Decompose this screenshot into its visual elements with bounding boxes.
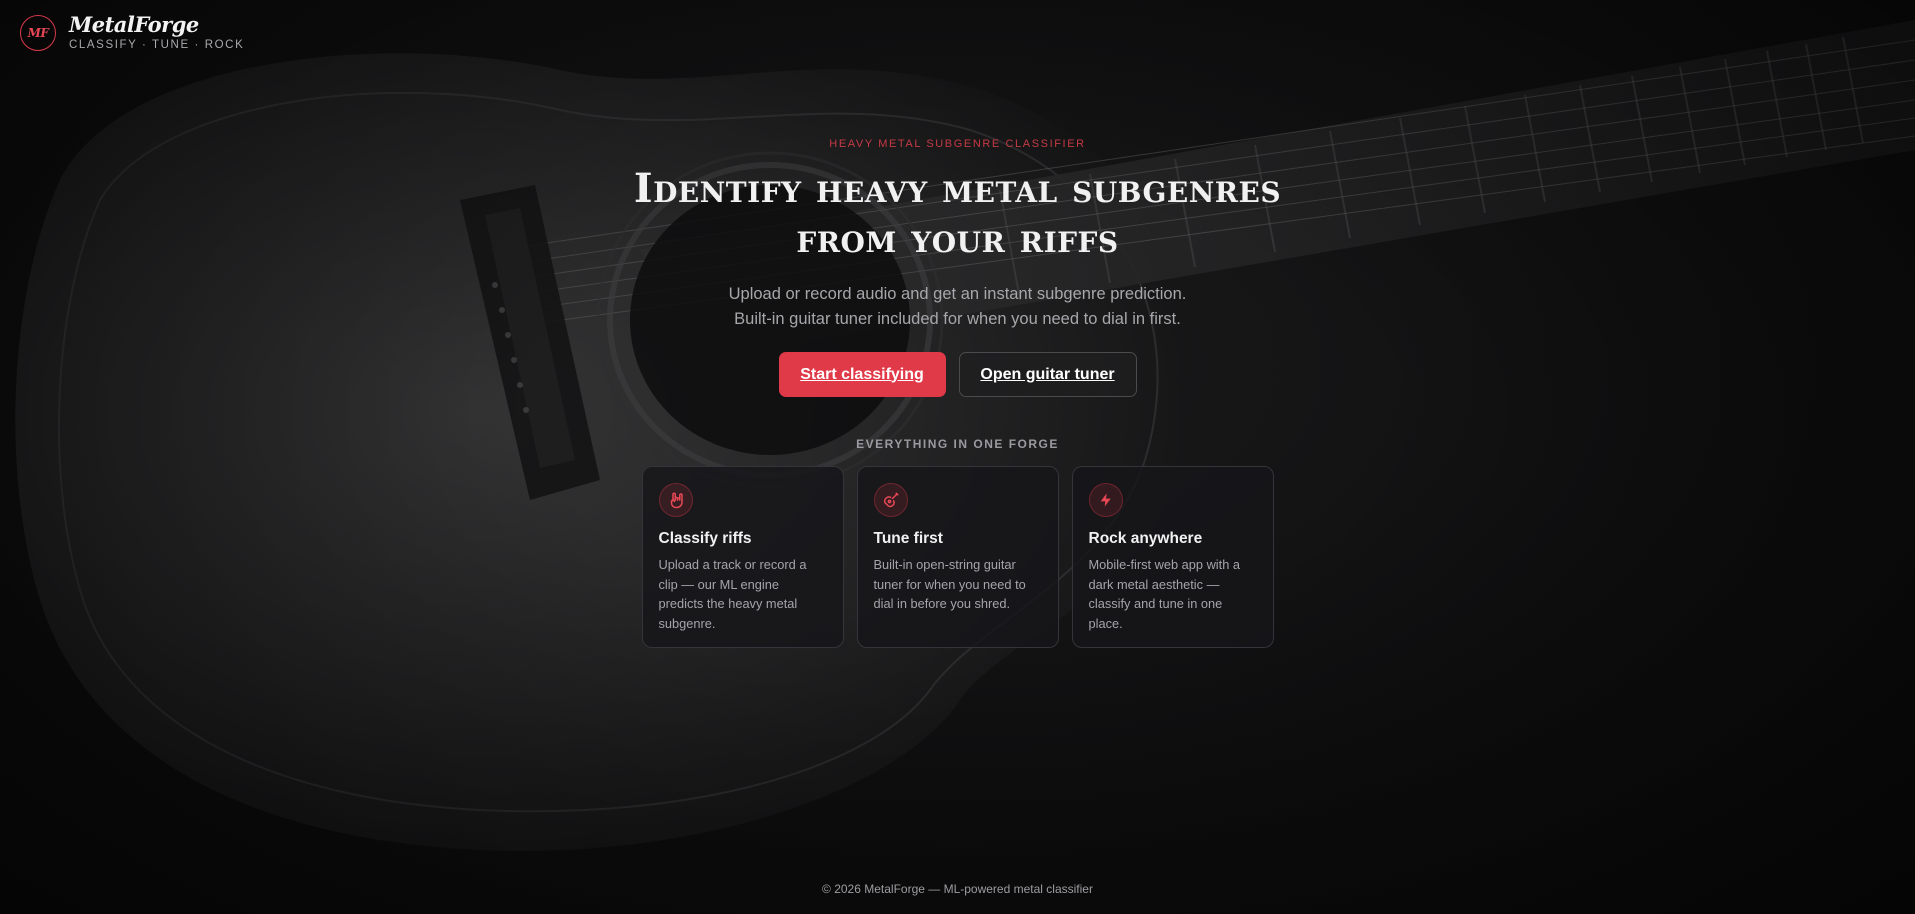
cta-row: Start classifying Open guitar tuner [0, 352, 1915, 397]
subtitle-line-2: Built-in guitar tuner included for when … [734, 310, 1181, 328]
lightning-bolt-icon [1088, 483, 1123, 517]
feature-card-title: Rock anywhere [1088, 530, 1203, 547]
headline-line-1: Identify heavy metal subgenres [633, 165, 1282, 212]
hero-eyebrow: HEAVY METAL SUBGENRE CLASSIFIER [829, 138, 1086, 150]
rock-hand-icon [658, 483, 693, 517]
start-classifying-button[interactable]: Start classifying [778, 352, 946, 397]
brand-header[interactable]: MF MetalForge CLASSIFY · TUNE · ROCK [20, 14, 244, 51]
hero-subtitle: Upload or record audio and get an instan… [0, 282, 1915, 332]
feature-card-title: Tune first [873, 530, 943, 547]
features-section-label: EVERYTHING IN ONE FORGE [856, 437, 1059, 451]
metalforge-logo-icon: MF [20, 14, 56, 51]
open-guitar-tuner-button[interactable]: Open guitar tuner [958, 352, 1137, 397]
brand-name: MetalForge [69, 12, 199, 37]
feature-card-classify: Classify riffs Upload a track or record … [641, 466, 844, 648]
landing-page: MF MetalForge CLASSIFY · TUNE · ROCK HEA… [0, 0, 1915, 914]
feature-card-tune: Tune first Built-in open-string guitar t… [856, 466, 1059, 648]
hero-headline: Identify heavy metal subgenres from your… [578, 164, 1338, 264]
brand-text: MetalForge CLASSIFY · TUNE · ROCK [69, 12, 245, 52]
feature-card-description: Built-in open-string guitar tuner for wh… [873, 557, 1026, 611]
feature-card-description: Upload a track or record a clip — our ML… [658, 557, 807, 631]
brand-tagline: CLASSIFY · TUNE · ROCK [69, 39, 245, 51]
feature-card-title: Classify riffs [658, 530, 752, 547]
feature-cards: Classify riffs Upload a track or record … [0, 466, 1915, 648]
guitar-icon [873, 483, 908, 517]
subtitle-line-1: Upload or record audio and get an instan… [728, 285, 1187, 303]
footer-copyright: © 2026 MetalForge — ML-powered metal cla… [822, 882, 1093, 896]
feature-card-description: Mobile-first web app with a dark metal a… [1088, 557, 1241, 631]
hero-section: HEAVY METAL SUBGENRE CLASSIFIER Identify… [0, 138, 1915, 648]
headline-line-2: from your riffs [796, 215, 1119, 262]
feature-card-rock: Rock anywhere Mobile-first web app with … [1071, 466, 1274, 648]
